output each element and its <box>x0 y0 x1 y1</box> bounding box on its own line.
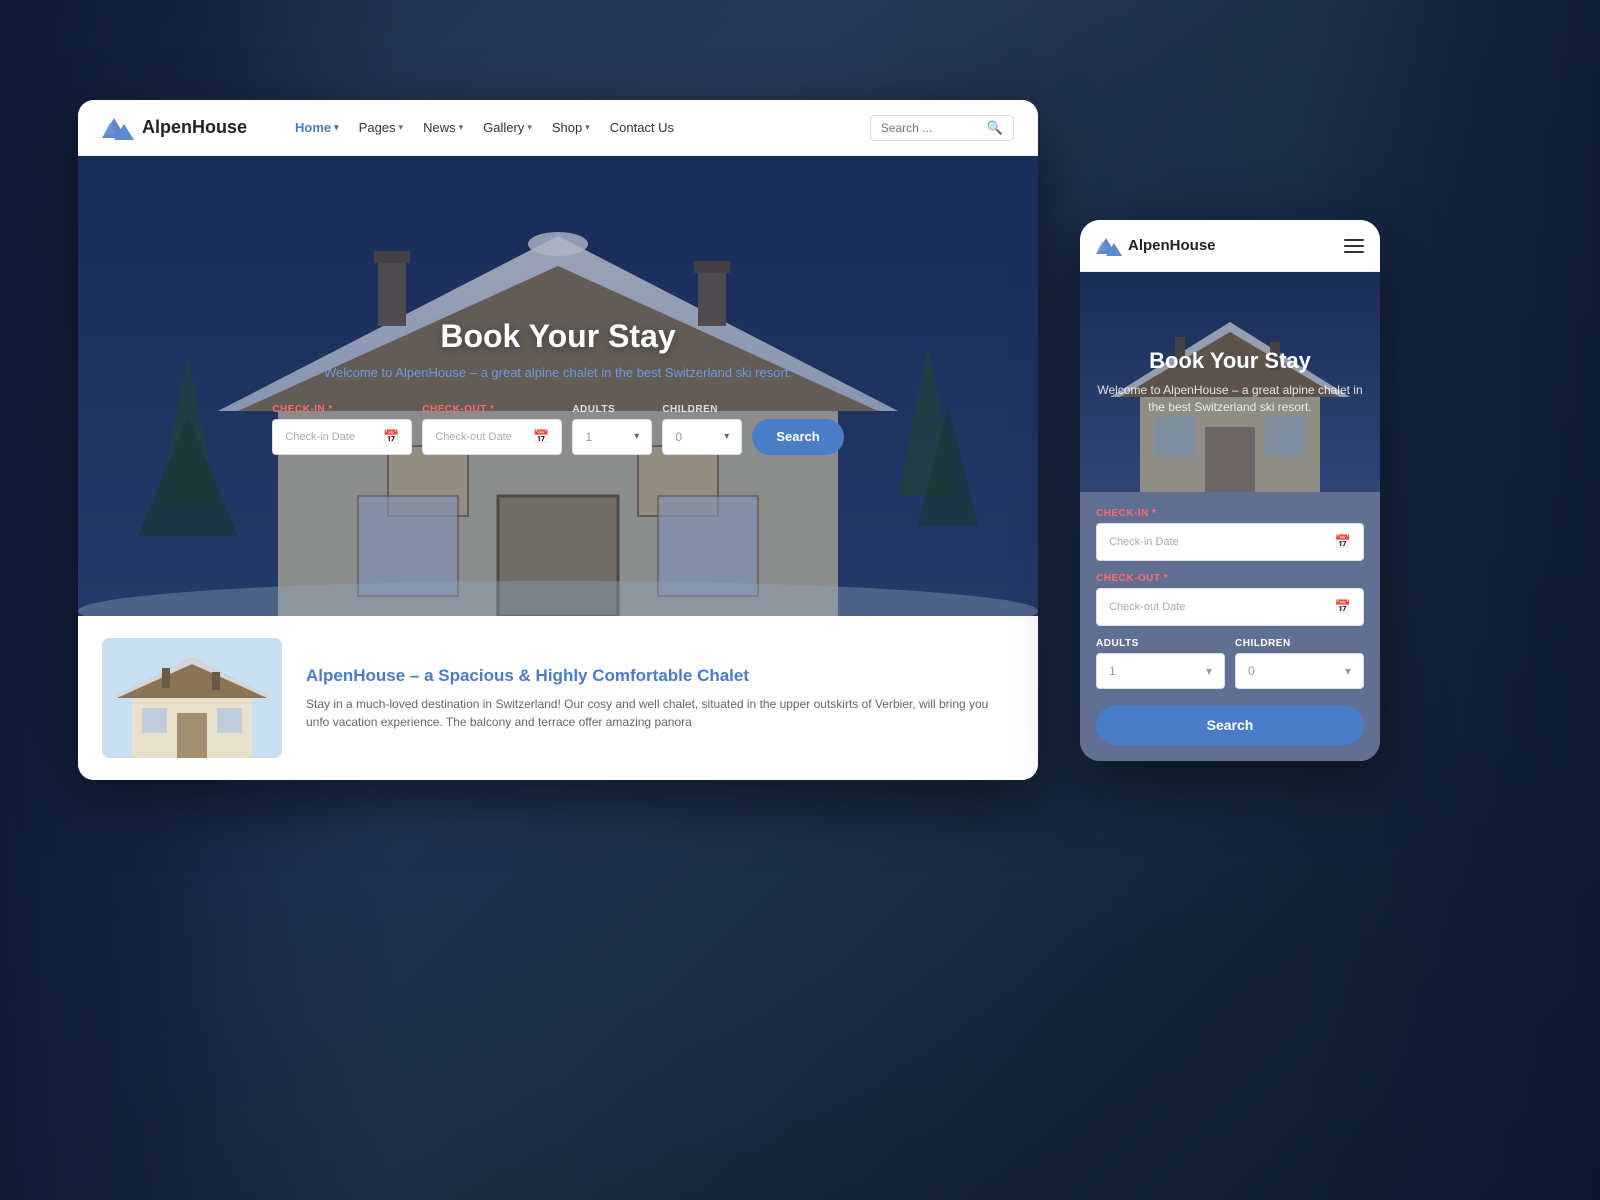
checkin-group: CHECK-IN * Check-in Date 📅 <box>272 404 412 455</box>
nav-links: Home ▾ Pages ▾ News ▾ Gallery ▾ Shop ▾ C… <box>295 120 838 135</box>
adults-select[interactable]: 1 ▾ <box>572 419 652 455</box>
mobile-children-select[interactable]: 0 ▾ <box>1235 653 1364 689</box>
nav-link-gallery[interactable]: Gallery ▾ <box>483 120 532 135</box>
mobile-mockup: AlpenHouse Book <box>1080 220 1380 761</box>
checkout-group: CHECK-OUT * Check-out Date 📅 <box>422 404 562 455</box>
nav-link-news[interactable]: News ▾ <box>423 120 463 135</box>
mobile-adults-group: ADULTS 1 ▾ <box>1096 638 1225 689</box>
chalet-info: AlpenHouse – a Spacious & Highly Comfort… <box>306 665 1014 731</box>
mobile-checkout-group: CHECK-OUT * Check-out Date 📅 <box>1096 573 1364 626</box>
chalet-title: AlpenHouse – a Spacious & Highly Comfort… <box>306 665 1014 687</box>
calendar-icon: 📅 <box>1335 599 1351 615</box>
mobile-checkin-input[interactable]: Check-in Date 📅 <box>1096 523 1364 561</box>
desktop-nav: AlpenHouse Home ▾ Pages ▾ News ▾ Gallery… <box>78 100 1038 156</box>
mobile-booking-form: CHECK-IN * Check-in Date 📅 CHECK-OUT * C… <box>1080 492 1380 761</box>
chevron-down-icon: ▾ <box>527 122 532 133</box>
calendar-icon: 📅 <box>1335 534 1351 550</box>
mobile-children-label: CHILDREN <box>1235 638 1364 649</box>
brand-logo-icon <box>102 114 134 142</box>
mobile-brand-name: AlpenHouse <box>1128 237 1216 254</box>
calendar-icon: 📅 <box>533 429 549 445</box>
hero-title: Book Your Stay <box>324 318 792 355</box>
mobile-checkin-group: CHECK-IN * Check-in Date 📅 <box>1096 508 1364 561</box>
hero-house-illustration <box>78 156 1038 616</box>
chevron-down-icon: ▾ <box>459 122 464 133</box>
hamburger-menu-icon[interactable] <box>1344 239 1364 253</box>
mobile-adults-select[interactable]: 1 ▾ <box>1096 653 1225 689</box>
desktop-bottom-section: AlpenHouse – a Spacious & Highly Comfort… <box>78 616 1038 780</box>
mobile-search-button[interactable]: Search <box>1096 705 1364 745</box>
checkout-input[interactable]: Check-out Date 📅 <box>422 419 562 455</box>
nav-link-home[interactable]: Home ▾ <box>295 120 339 135</box>
mobile-checkin-label: CHECK-IN * <box>1096 508 1364 519</box>
chalet-thumb-illustration <box>102 638 282 758</box>
brand-name: AlpenHouse <box>142 117 247 138</box>
mobile-brand-logo-icon <box>1096 235 1122 257</box>
chalet-thumbnail <box>102 638 282 758</box>
chevron-down-icon: ▾ <box>1345 664 1351 678</box>
nav-link-pages[interactable]: Pages ▾ <box>359 120 403 135</box>
mobile-children-group: CHILDREN 0 ▾ <box>1235 638 1364 689</box>
chevron-down-icon: ▾ <box>585 122 590 133</box>
checkout-label: CHECK-OUT * <box>422 404 562 415</box>
children-label: CHILDREN <box>662 404 742 415</box>
mobile-adults-label: ADULTS <box>1096 638 1225 649</box>
mobile-nav: AlpenHouse <box>1080 220 1380 272</box>
chevron-down-icon: ▾ <box>634 431 639 442</box>
checkin-label: CHECK-IN * <box>272 404 412 415</box>
adults-label: ADULTS <box>572 404 652 415</box>
checkin-input[interactable]: Check-in Date 📅 <box>272 419 412 455</box>
calendar-icon: 📅 <box>383 429 399 445</box>
nav-brand[interactable]: AlpenHouse <box>102 114 247 142</box>
nav-link-contact[interactable]: Contact Us <box>610 120 674 135</box>
mobile-guests-row: ADULTS 1 ▾ CHILDREN 0 ▾ <box>1096 638 1364 689</box>
nav-link-shop[interactable]: Shop ▾ <box>552 120 590 135</box>
search-input[interactable] <box>881 121 981 135</box>
mobile-hero-title: Book Your Stay <box>1149 348 1311 374</box>
mobile-checkout-label: CHECK-OUT * <box>1096 573 1364 584</box>
mobile-brand: AlpenHouse <box>1096 235 1216 257</box>
chevron-down-icon: ▾ <box>1206 664 1212 678</box>
nav-search-bar[interactable]: 🔍 <box>870 115 1014 141</box>
children-group: CHILDREN 0 ▾ <box>662 404 742 455</box>
mobile-checkout-input[interactable]: Check-out Date 📅 <box>1096 588 1364 626</box>
chevron-down-icon: ▾ <box>724 431 729 442</box>
hero-content: Book Your Stay Welcome to AlpenHouse – a… <box>324 318 792 380</box>
chalet-description: Stay in a much-loved destination in Swit… <box>306 695 1014 731</box>
chevron-down-icon: ▾ <box>399 122 404 133</box>
hero-subtitle: Welcome to AlpenHouse – a great alpine c… <box>324 365 792 380</box>
chevron-down-icon: ▾ <box>334 122 339 133</box>
children-select[interactable]: 0 ▾ <box>662 419 742 455</box>
booking-form: CHECK-IN * Check-in Date 📅 CHECK-OUT * C… <box>272 404 843 455</box>
adults-group: ADULTS 1 ▾ <box>572 404 652 455</box>
mobile-hero: Book Your Stay Welcome to AlpenHouse – a… <box>1080 272 1380 492</box>
mobile-hero-subtitle: Welcome to AlpenHouse – a great alpine c… <box>1096 382 1364 416</box>
desktop-hero: Book Your Stay Welcome to AlpenHouse – a… <box>78 156 1038 616</box>
search-button[interactable]: Search <box>752 419 843 455</box>
search-icon: 🔍 <box>987 120 1003 136</box>
desktop-mockup: AlpenHouse Home ▾ Pages ▾ News ▾ Gallery… <box>78 100 1038 780</box>
